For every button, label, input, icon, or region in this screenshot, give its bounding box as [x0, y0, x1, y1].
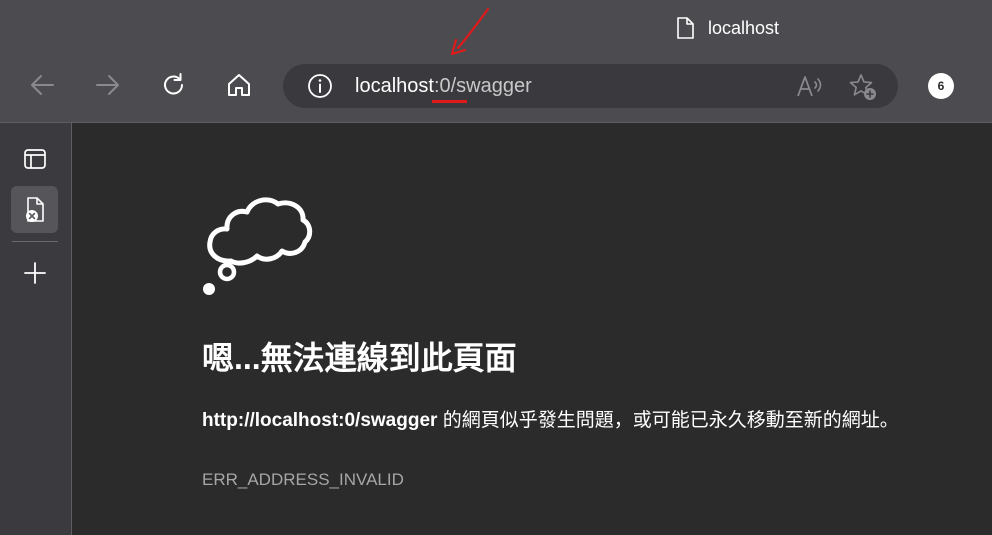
profile-avatar[interactable]: 6	[928, 73, 954, 99]
annotation-arrow-icon	[450, 7, 490, 56]
error-url: http://localhost:0/swagger	[202, 410, 438, 431]
new-tab-button[interactable]	[11, 249, 58, 296]
error-code: ERR_ADDRESS_INVALID	[202, 470, 404, 489]
arrow-left-icon	[31, 75, 54, 95]
browser-toolbar: localhost:0/swagger 6	[0, 56, 992, 123]
refresh-button[interactable]	[154, 68, 194, 102]
info-icon[interactable]	[307, 73, 333, 99]
error-page: 嗯...無法連線到此頁面 http://localhost:0/swagger …	[72, 123, 992, 535]
arrow-right-icon	[96, 75, 119, 95]
read-aloud-button[interactable]	[795, 72, 825, 102]
annotation-underline	[432, 100, 467, 103]
new-tab-plus-icon	[23, 261, 46, 284]
back-button[interactable]	[22, 68, 62, 102]
sidebar-tab-localhost[interactable]	[11, 186, 58, 233]
address-bar[interactable]: localhost:0/swagger	[283, 64, 898, 108]
add-favorite-button[interactable]	[848, 72, 878, 102]
error-page-tab-icon	[25, 196, 44, 222]
vertical-tabs-sidebar	[0, 123, 72, 535]
url-host: localhost	[355, 75, 434, 97]
tab-actions-button[interactable]	[11, 135, 58, 182]
thought-cloud-icon	[203, 197, 313, 295]
page-icon	[677, 17, 694, 39]
add-favorite-icon	[849, 74, 876, 100]
profile-initials: 6	[937, 79, 945, 93]
sidebar-divider	[12, 241, 58, 242]
home-button[interactable]	[219, 68, 259, 102]
read-aloud-icon	[797, 76, 822, 97]
home-icon	[228, 74, 250, 96]
url-path: :0/swagger	[433, 75, 532, 97]
tab-actions-icon	[23, 148, 46, 169]
error-description: http://localhost:0/swagger 的網頁似乎發生問題，或可能…	[202, 405, 899, 432]
forward-button[interactable]	[88, 68, 128, 102]
active-tab[interactable]: localhost	[676, 15, 779, 41]
error-message: 的網頁似乎發生問題，或可能已永久移動至新的網址。	[437, 410, 899, 431]
error-heading: 嗯...無法連線到此頁面	[202, 340, 517, 376]
url-text[interactable]: localhost:0/swagger	[355, 74, 532, 98]
tab-title: localhost	[708, 17, 780, 38]
refresh-icon	[164, 73, 183, 95]
title-bar: localhost	[0, 0, 992, 56]
